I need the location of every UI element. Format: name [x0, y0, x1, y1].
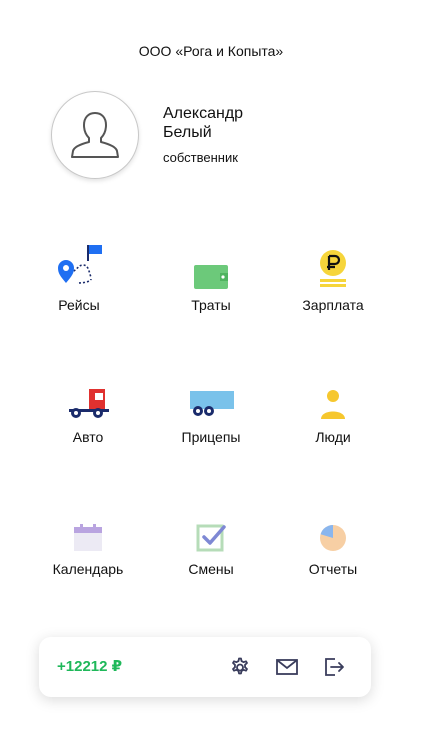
menu-item-label: Прицепы [181, 429, 241, 445]
menu-item-expenses[interactable]: Траты [156, 243, 266, 313]
messages-button[interactable] [273, 653, 301, 681]
user-first-name: Александр [163, 105, 244, 122]
avatar[interactable] [51, 91, 139, 179]
menu-item-label: Траты [191, 297, 231, 313]
menu-item-reports[interactable]: Отчеты [278, 507, 388, 577]
checkbox-icon [196, 524, 226, 552]
user-role: собственник [163, 150, 238, 165]
mail-icon [276, 659, 298, 675]
menu-item-label: Календарь [52, 561, 124, 577]
menu-item-salary[interactable]: Зарплата [278, 243, 388, 313]
person-icon [321, 390, 345, 419]
menu-item-calendar[interactable]: Календарь [33, 507, 143, 577]
trailer-icon [190, 391, 234, 416]
balance-value: +12212 ₽ [57, 658, 123, 675]
pie-chart-icon [320, 525, 346, 551]
ruble-coins-icon [320, 250, 346, 287]
wallet-icon [194, 265, 228, 289]
bottom-bar: +12212 ₽ [39, 637, 371, 697]
menu-item-trips[interactable]: Рейсы [24, 243, 134, 313]
user-silhouette-icon [71, 112, 119, 158]
profile-info: Александр Белый собственник [163, 104, 243, 165]
logout-button[interactable] [320, 653, 348, 681]
menu-item-vehicles[interactable]: Авто [33, 375, 143, 445]
truck-icon [69, 389, 109, 418]
settings-button[interactable] [226, 653, 254, 681]
menu-item-label: Зарплата [302, 297, 364, 313]
menu-item-label: Смены [188, 561, 234, 577]
user-last-name: Белый [163, 124, 212, 141]
calendar-icon [74, 524, 102, 551]
company-name: ООО «Рога и Копыта» [138, 43, 284, 59]
logout-icon [325, 658, 344, 676]
menu-item-label: Отчеты [308, 561, 358, 577]
menu-item-people[interactable]: Люди [278, 375, 388, 445]
menu-item-label: Авто [72, 429, 104, 445]
menu-item-label: Рейсы [58, 297, 100, 313]
menu-item-trailers[interactable]: Прицепы [156, 375, 266, 445]
menu-item-shifts[interactable]: Смены [156, 507, 266, 577]
gear-icon [232, 657, 248, 675]
route-icon [58, 245, 105, 284]
menu-item-label: Люди [315, 429, 351, 445]
